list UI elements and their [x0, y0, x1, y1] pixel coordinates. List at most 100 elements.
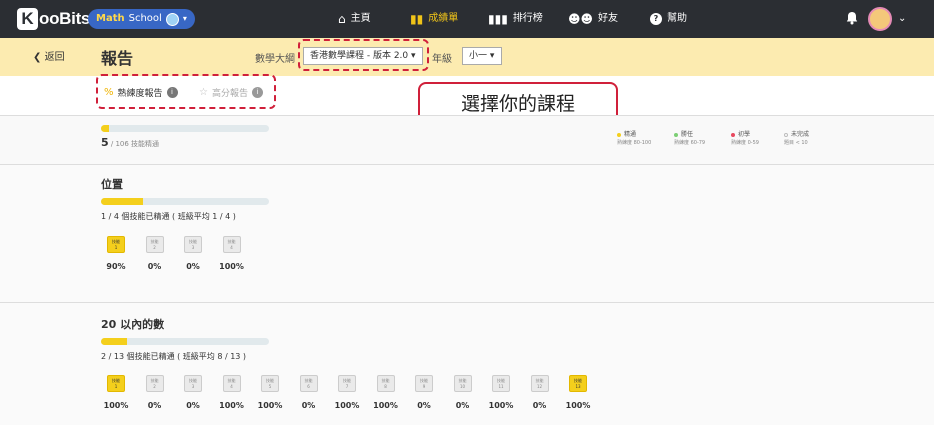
topic-title: 20 以內的數 [101, 318, 165, 331]
legend-dot [617, 132, 621, 137]
skill-tile[interactable]: 技能 3 [184, 375, 202, 392]
skill-percent: 100% [488, 401, 514, 410]
mastered-count: 5 / 106 技能精通 [101, 136, 159, 149]
legend-label: 未完成 [791, 131, 810, 138]
legend-beginner: 初學 熟練度 0-59 [731, 131, 759, 147]
legend-label: 初學 [738, 131, 751, 138]
skill-percent: 0% [301, 401, 316, 410]
skill-percent: 100% [257, 401, 283, 410]
bar-chart-icon: ▮▮ [410, 12, 424, 26]
avatar[interactable] [868, 7, 892, 31]
skill-percent: 0% [147, 262, 162, 271]
skill-percent: 0% [186, 262, 200, 271]
skill-tile[interactable]: 技能 13 [569, 375, 587, 392]
skill-number: 11 [498, 384, 504, 389]
skill-number: 8 [384, 384, 387, 389]
skill-tile[interactable]: 技能 2 [145, 236, 164, 253]
grade-select[interactable]: 小一 ▾ [462, 47, 502, 65]
skill-tile[interactable]: 技能 2 [145, 375, 164, 392]
skill-percent: 0% [455, 401, 470, 410]
skill-number: 5 [268, 384, 272, 389]
skill-percent: 90% [106, 262, 126, 271]
skill-tile[interactable]: 技能 6 [299, 375, 318, 392]
skill-tile[interactable]: 技能 7 [338, 375, 356, 392]
topic-progress-fill [101, 198, 143, 205]
bell-icon[interactable] [845, 11, 859, 29]
podium-icon: ▮▮▮ [488, 12, 508, 26]
topic-progress-bar [101, 198, 269, 205]
legend-dot [731, 132, 735, 137]
chevron-down-icon[interactable]: ⌄ [898, 13, 906, 24]
chevron-down-icon: ▾ [489, 51, 495, 61]
back-label: 返回 [44, 52, 65, 63]
skill-number: 1 [114, 245, 118, 250]
skill-tile[interactable]: 技能 9 [415, 375, 433, 392]
skill-number: 6 [307, 384, 310, 389]
skill-tile[interactable]: 技能 3 [184, 236, 202, 253]
skill-tile[interactable]: 技能 12 [530, 375, 549, 392]
nav-home-label: 主頁 [350, 13, 371, 24]
mastered-suffix: / 106 技能精通 [110, 140, 160, 148]
overall-progress-bar [101, 125, 269, 132]
friends-icon: ☻☻ [568, 12, 594, 26]
legend-incomplete: 未完成 題目 < 10 [784, 131, 809, 147]
topic-progress-fill [101, 338, 127, 345]
skill-tile[interactable]: 技能 11 [492, 375, 510, 392]
legend-range: 熟練度 80-100 [617, 140, 652, 146]
skill-number: 12 [536, 384, 543, 389]
skill-percent: 0% [417, 401, 431, 410]
skill-percent: 100% [219, 401, 244, 410]
help-icon: ? [650, 13, 662, 25]
skill-number: 10 [459, 384, 466, 389]
chevron-down-icon: ▾ [182, 14, 187, 23]
nav-report-card-label: 成績單 [428, 13, 459, 24]
skill-tile[interactable]: 技能 4 [222, 375, 241, 392]
skill-number: 4 [230, 245, 233, 250]
nav-home[interactable]: ⌂ 主頁 [338, 0, 371, 38]
legend-label: 精通 [624, 131, 637, 138]
topic-stat: 2 / 13 個技能已精通 ( 班級平均 8 / 13 ) [101, 352, 247, 361]
skill-number: 3 [191, 384, 195, 389]
legend-mastered: 精通 熟練度 80-100 [617, 131, 651, 147]
product-switcher[interactable]: Math School ▾ [88, 9, 195, 29]
skill-tile[interactable]: 技能 1 [107, 375, 125, 392]
skill-tile[interactable]: 技能 5 [261, 375, 279, 392]
skill-percent: 100% [373, 401, 398, 410]
mastered-number: 5 [101, 136, 109, 149]
syllabus-label: 數學大綱 [255, 54, 295, 65]
skill-number: 7 [345, 384, 349, 389]
skill-percent: 0% [532, 401, 547, 410]
page-title: 報告 [101, 49, 134, 68]
skill-number: 9 [422, 384, 426, 389]
curriculum-highlight [298, 39, 429, 71]
skill-tile[interactable]: 技能 8 [376, 375, 395, 392]
skill-percent: 100% [334, 401, 360, 410]
tabs-highlight [96, 74, 276, 109]
grade-value: 小一 [469, 51, 488, 61]
skill-number: 4 [230, 384, 233, 389]
legend-dot [674, 132, 678, 137]
nav-leaderboard[interactable]: ▮▮▮ 排行榜 [488, 0, 543, 38]
skill-tile[interactable]: 技能 10 [453, 375, 472, 392]
topic-progress-bar [101, 338, 269, 345]
skill-percent: 100% [103, 401, 129, 410]
topic-stat: 1 / 4 個技能已精通 ( 班級平均 1 / 4 ) [101, 212, 236, 221]
nav-help[interactable]: ? 幫助 [650, 0, 687, 38]
skill-number: 2 [153, 384, 156, 389]
koobits-logo[interactable]: K ooBits [17, 8, 90, 30]
nav-friends-label: 好友 [598, 13, 619, 24]
globe-icon [165, 12, 179, 26]
logo-text: ooBits [39, 9, 91, 28]
nav-friends[interactable]: ☻☻ 好友 [568, 0, 618, 38]
skill-percent: 100% [219, 262, 244, 271]
nav-report-card[interactable]: ▮▮ 成績單 [410, 0, 458, 38]
legend-dot [784, 132, 788, 137]
skill-tile[interactable]: 技能 1 [107, 236, 125, 253]
skill-tile[interactable]: 技能 4 [222, 236, 241, 253]
product-name-part2: School [128, 13, 162, 24]
skill-percent: 0% [147, 401, 162, 410]
overall-progress-fill [101, 125, 109, 132]
back-button[interactable]: ❮ 返回 [33, 48, 65, 63]
legend-competent: 勝任 熟練度 60-79 [674, 131, 705, 147]
chevron-left-icon: ❮ [33, 52, 42, 63]
